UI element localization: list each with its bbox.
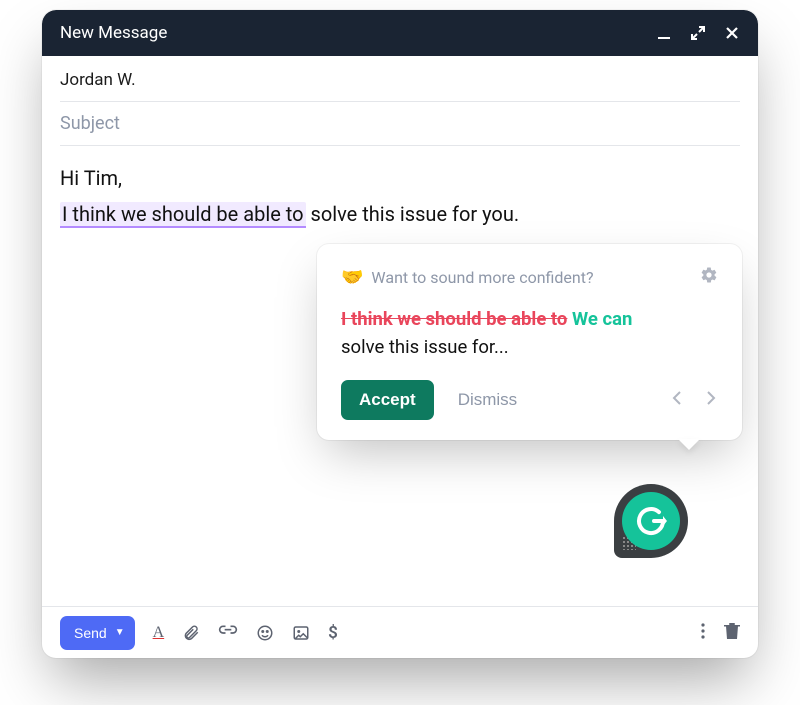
grammarly-logo-icon [622, 492, 680, 550]
link-icon[interactable] [218, 624, 238, 642]
dollar-icon[interactable]: $ [328, 623, 338, 643]
titlebar: New Message [42, 10, 758, 56]
body-line: I think we should be able to solve this … [60, 196, 740, 232]
subject-field[interactable]: Subject [60, 102, 740, 146]
suggestion-popup: 🤝 Want to sound more confident? I think … [317, 244, 742, 440]
prev-icon[interactable] [670, 388, 684, 412]
trailing-text: solve this issue for... [341, 336, 509, 358]
to-field[interactable]: Jordan W. [60, 58, 740, 102]
insert-text: We can [572, 308, 632, 330]
compose-toolbar: Send ▼ A $ [42, 606, 758, 658]
format-text-icon[interactable]: A [153, 624, 165, 642]
strike-text: I think we should be able to [341, 308, 567, 330]
expand-icon[interactable] [690, 25, 706, 41]
send-button[interactable]: Send ▼ [60, 616, 135, 650]
gear-icon[interactable] [700, 266, 718, 288]
grammarly-badge[interactable] [614, 484, 688, 558]
body-rest: solve this issue for you. [306, 202, 520, 226]
image-icon[interactable] [292, 624, 310, 642]
next-icon[interactable] [704, 388, 718, 412]
accept-button[interactable]: Accept [341, 380, 434, 420]
popup-prompt: Want to sound more confident? [371, 268, 593, 287]
body-highlight[interactable]: I think we should be able to [60, 202, 306, 228]
trash-icon[interactable] [724, 622, 740, 644]
close-icon[interactable] [724, 25, 740, 41]
caret-down-icon: ▼ [115, 627, 125, 638]
body-greeting: Hi Tim, [60, 160, 740, 196]
popup-tail [678, 439, 700, 450]
to-value: Jordan W. [60, 70, 136, 90]
dismiss-button[interactable]: Dismiss [452, 389, 524, 411]
emoji-icon[interactable] [256, 624, 274, 642]
compose-window: New Message Jordan W. Subject H [42, 10, 758, 658]
subject-placeholder: Subject [60, 113, 120, 134]
handshake-icon: 🤝 [341, 267, 363, 288]
more-icon[interactable] [700, 622, 706, 644]
attachment-icon[interactable] [182, 624, 200, 642]
window-title: New Message [60, 23, 656, 43]
minimize-icon[interactable] [656, 25, 672, 41]
suggestion-text: I think we should be able to We can solv… [341, 306, 718, 362]
send-label: Send [74, 625, 107, 641]
